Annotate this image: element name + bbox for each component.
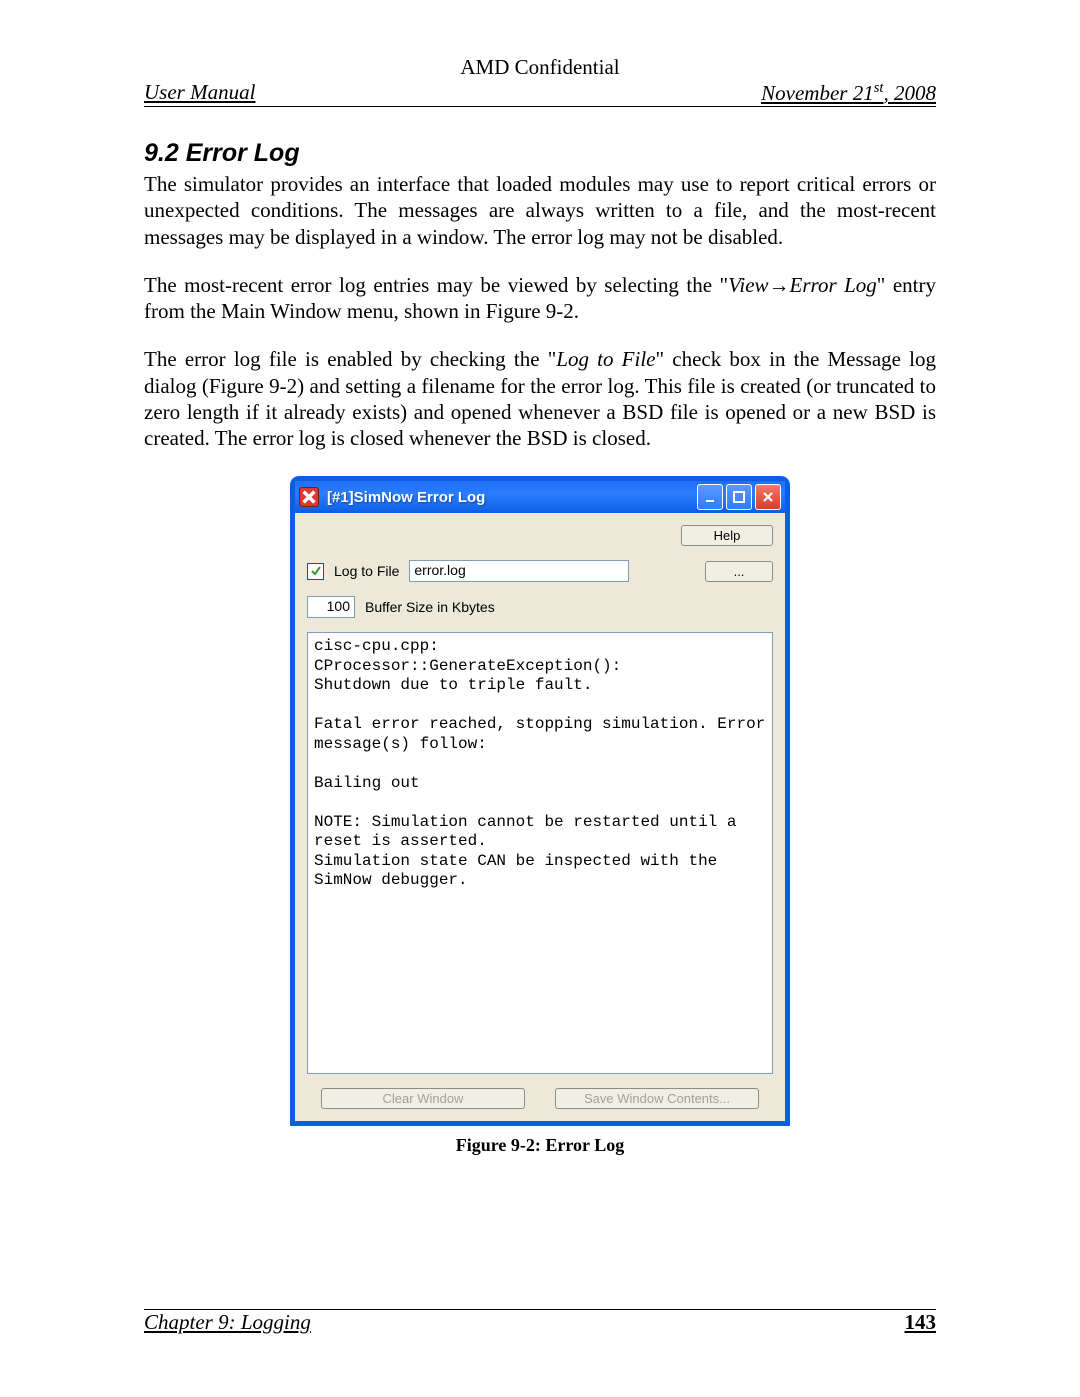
- document-page: AMD Confidential User Manual November 21…: [0, 0, 1080, 1397]
- header-right: November 21st, 2008: [761, 80, 936, 106]
- log-to-file-checkbox[interactable]: [307, 563, 324, 580]
- paragraph: The simulator provides an interface that…: [144, 171, 936, 250]
- section-heading: 9.2 Error Log: [144, 139, 936, 168]
- figure: [#1]SimNow Error Log Help: [144, 477, 936, 1156]
- error-log-window: [#1]SimNow Error Log Help: [291, 477, 789, 1125]
- confidential-header: AMD Confidential: [144, 55, 936, 80]
- help-button[interactable]: Help: [681, 525, 773, 546]
- header-left: User Manual: [144, 80, 255, 106]
- page-footer: Chapter 9: Logging 143: [144, 1309, 936, 1335]
- paragraph: The error log file is enabled by checkin…: [144, 346, 936, 451]
- browse-button[interactable]: ...: [705, 561, 773, 582]
- log-to-file-label: Log to File: [334, 563, 399, 579]
- buffer-size-label: Buffer Size in Kbytes: [365, 599, 495, 615]
- titlebar[interactable]: [#1]SimNow Error Log: [295, 481, 785, 513]
- check-icon: [310, 565, 322, 577]
- window-body: Help Log to File error.log ... 100 Buffe…: [295, 513, 785, 1121]
- figure-caption: Figure 9-2: Error Log: [456, 1135, 624, 1156]
- minimize-button[interactable]: [697, 484, 723, 510]
- clear-window-button[interactable]: Clear Window: [321, 1088, 525, 1109]
- page-header: User Manual November 21st, 2008: [144, 80, 936, 107]
- close-button[interactable]: [755, 484, 781, 510]
- log-output[interactable]: cisc-cpu.cpp: CProcessor::GenerateExcept…: [307, 632, 773, 1074]
- maximize-button[interactable]: [726, 484, 752, 510]
- buffer-size-input[interactable]: 100: [307, 596, 355, 618]
- save-contents-button[interactable]: Save Window Contents...: [555, 1088, 759, 1109]
- footer-page-number: 143: [905, 1310, 937, 1335]
- footer-chapter: Chapter 9: Logging: [144, 1310, 311, 1335]
- window-title: [#1]SimNow Error Log: [327, 489, 694, 506]
- paragraph: The most-recent error log entries may be…: [144, 272, 936, 325]
- filename-input[interactable]: error.log: [409, 560, 629, 582]
- app-icon: [299, 487, 319, 507]
